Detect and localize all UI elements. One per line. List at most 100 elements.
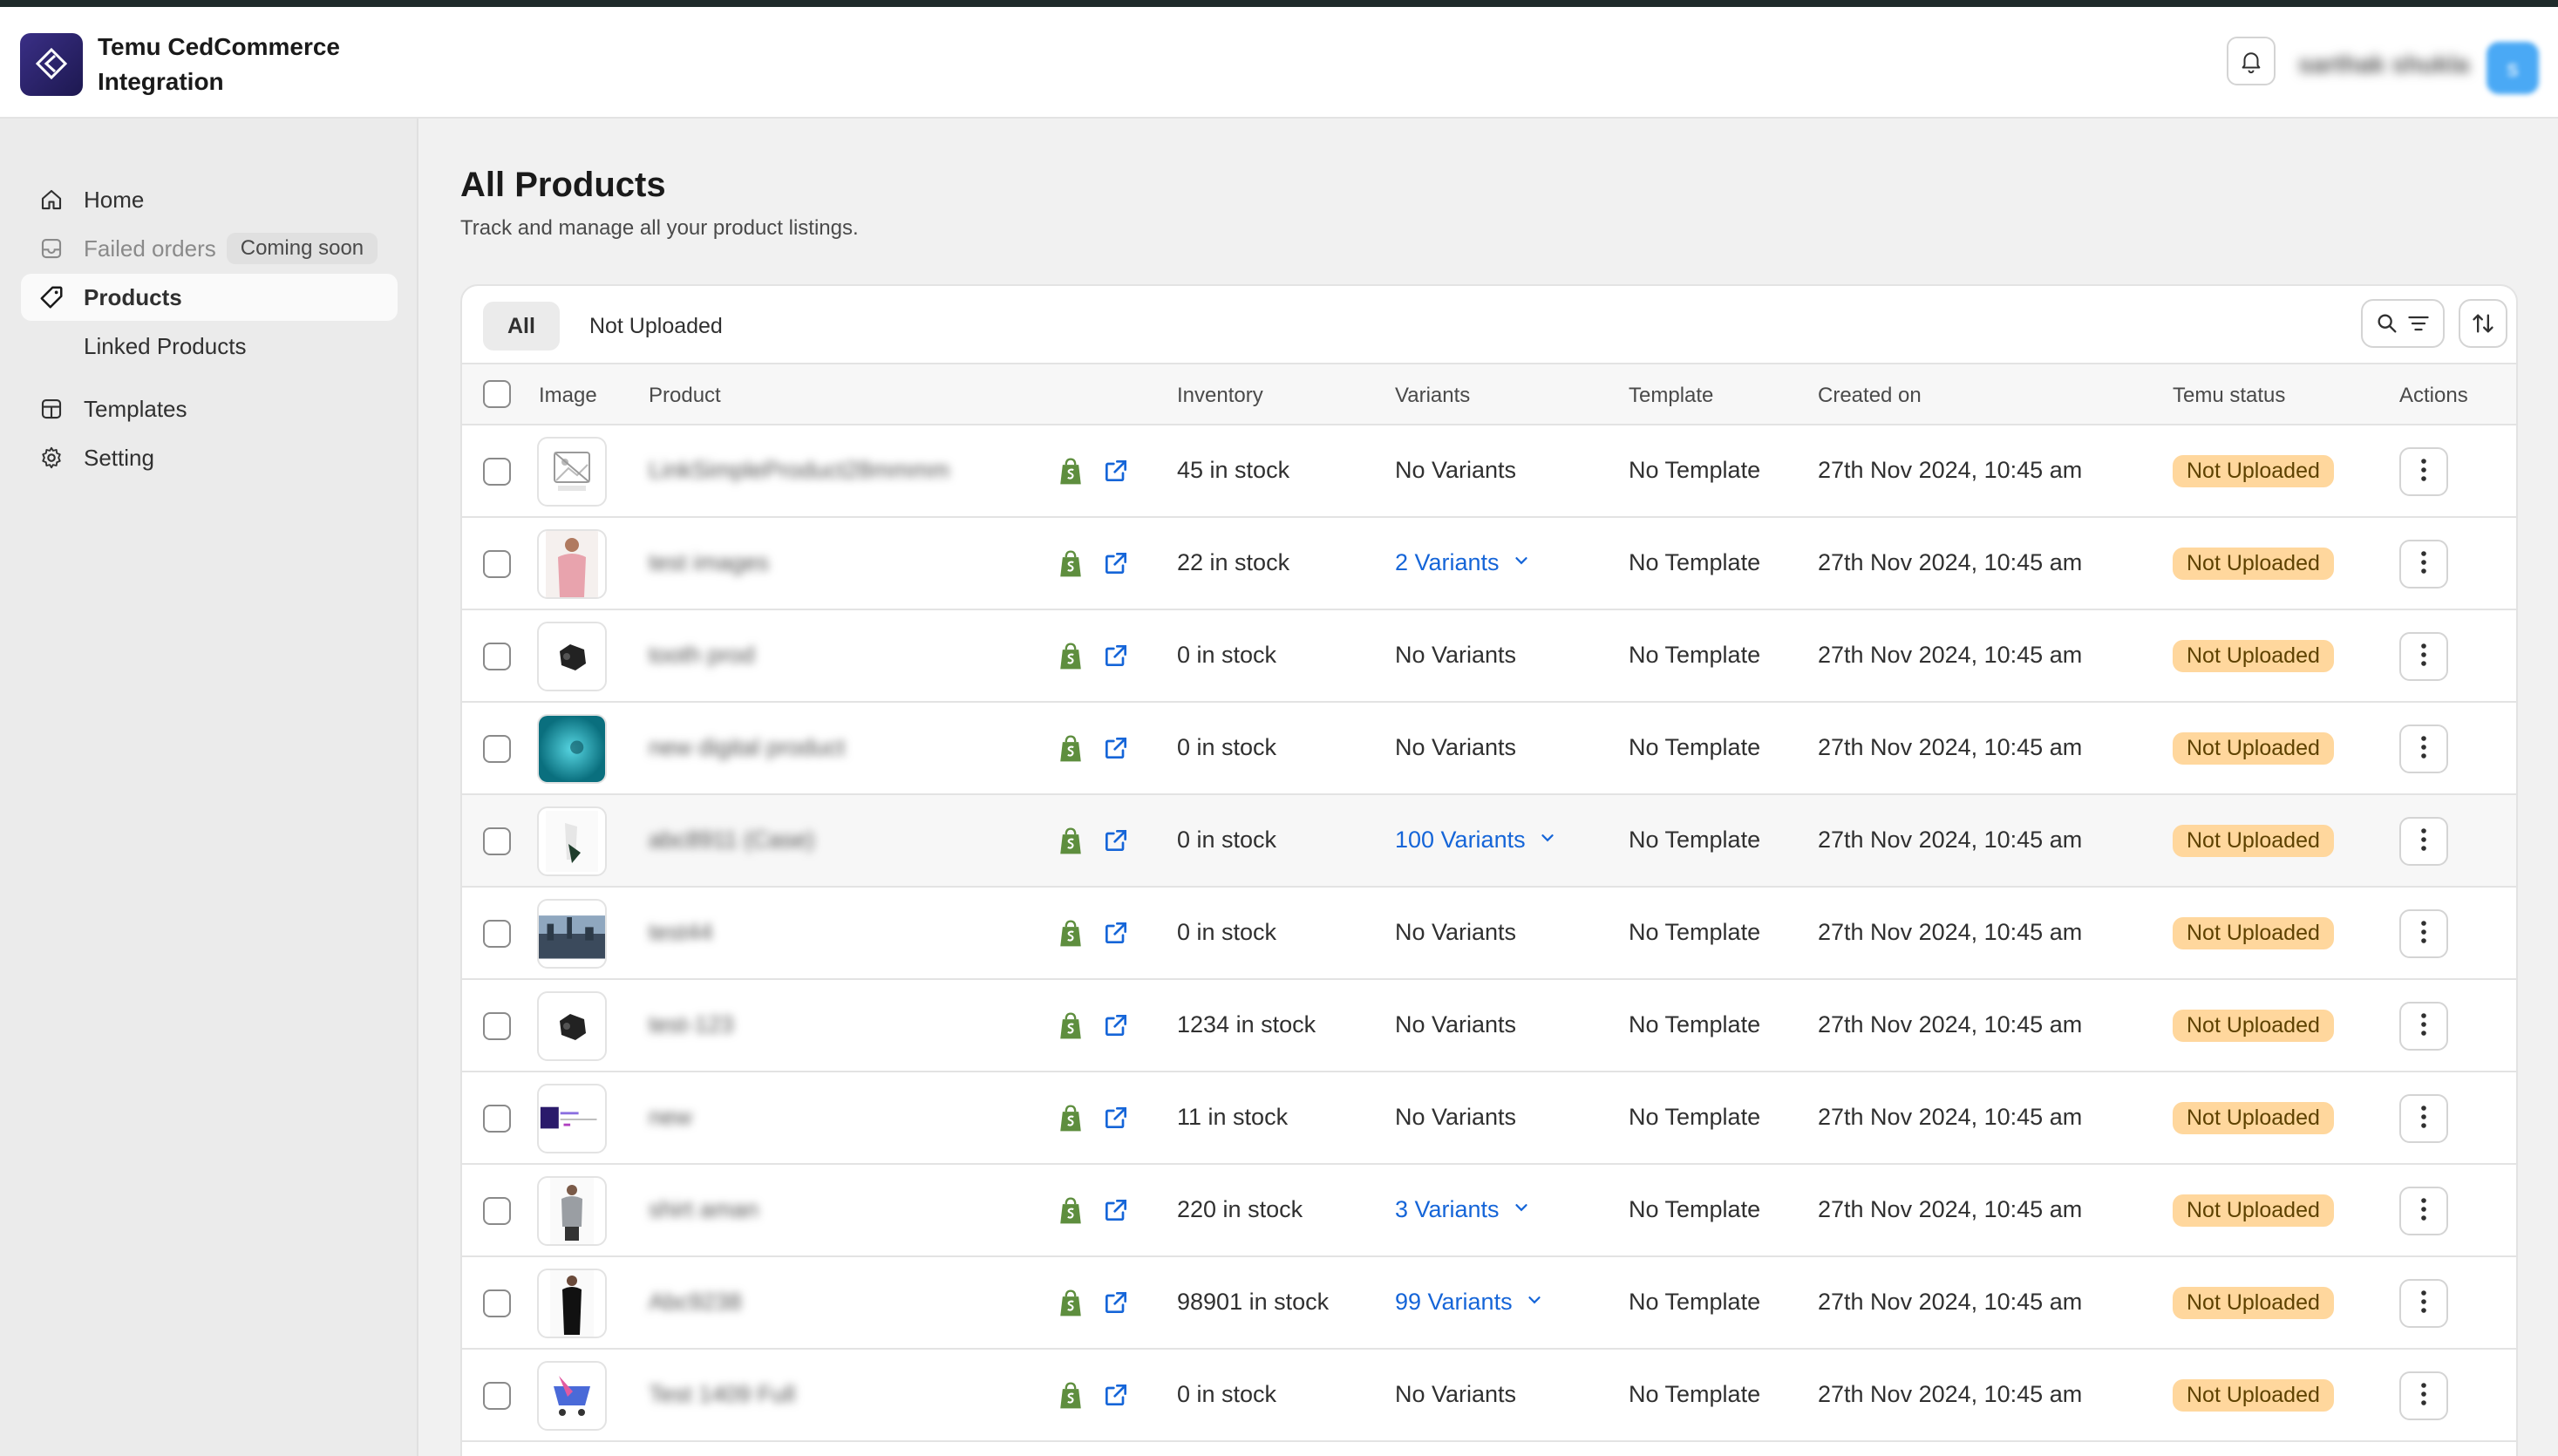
row-actions-button[interactable] (2399, 632, 2448, 681)
variants-dropdown[interactable]: 3 Variants (1395, 1196, 1531, 1223)
shopify-icon (1060, 827, 1081, 854)
shopify-icon[interactable] (1057, 642, 1085, 676)
external-link-icon[interactable] (1102, 457, 1130, 489)
sidebar-item-products[interactable]: Products (21, 274, 398, 321)
shopify-icon[interactable] (1057, 1104, 1085, 1138)
product-thumbnail[interactable] (537, 1269, 607, 1338)
inventory-value: 0 in stock (1177, 919, 1277, 945)
shopify-icon[interactable] (1057, 1011, 1085, 1045)
product-name[interactable]: shirt aman (649, 1196, 759, 1223)
table-row[interactable]: test44 0 in stock No Variants No Template 27… (462, 888, 2516, 980)
shopify-icon[interactable] (1057, 549, 1085, 583)
row-checkbox[interactable] (483, 1012, 511, 1040)
external-link-icon[interactable] (1102, 734, 1130, 766)
product-name[interactable]: test images (649, 549, 769, 576)
sidebar-item-linked-products[interactable]: Linked Products (21, 323, 398, 370)
product-thumbnail[interactable] (537, 714, 607, 784)
row-actions-button[interactable] (2399, 447, 2448, 496)
product-name[interactable]: Test 1409 Full (649, 1381, 795, 1408)
tab-not-uploaded[interactable]: Not Uploaded (565, 302, 747, 350)
variants-dropdown[interactable]: 99 Variants (1395, 1289, 1544, 1316)
external-link-icon[interactable] (1102, 549, 1130, 582)
row-checkbox[interactable] (483, 827, 511, 855)
external-link-icon[interactable] (1102, 1381, 1130, 1413)
sidebar-item-templates[interactable]: Templates (21, 385, 398, 432)
variants-dropdown[interactable]: 2 Variants (1395, 549, 1531, 576)
product-name[interactable]: tooth prod (649, 642, 755, 669)
table-row[interactable]: Abc9238 98901 in stock 99 Variants No Templ… (462, 1257, 2516, 1350)
product-name[interactable]: new (649, 1104, 692, 1131)
product-name[interactable]: abc8911 (Case) (649, 827, 814, 854)
product-name[interactable]: Abc9238 (649, 1289, 742, 1316)
table-row[interactable]: abc8911 (Case) 0 in stock 100 Variants No T… (462, 795, 2516, 888)
shopify-icon[interactable] (1057, 1196, 1085, 1230)
row-checkbox[interactable] (483, 550, 511, 578)
product-thumbnail[interactable] (537, 991, 607, 1061)
table-row[interactable]: new digital product 0 in stock No Variants… (462, 703, 2516, 795)
product-thumbnail[interactable] (537, 1176, 607, 1246)
row-actions-button[interactable] (2399, 1187, 2448, 1235)
product-name[interactable]: test-123 (649, 1011, 734, 1038)
table-row[interactable]: tooth prod 0 in stock No Variants No Templa… (462, 610, 2516, 703)
shopify-icon[interactable] (1057, 1289, 1085, 1323)
row-checkbox[interactable] (483, 1382, 511, 1410)
row-actions-button[interactable] (2399, 725, 2448, 773)
row-actions-button[interactable] (2399, 817, 2448, 866)
template-value: No Template (1629, 734, 1761, 760)
product-thumbnail[interactable] (537, 529, 607, 599)
sidebar-item-home[interactable]: Home (21, 176, 398, 223)
sidebar-item-failed-orders[interactable]: Failed orders Coming soon (21, 225, 398, 272)
row-actions-button[interactable] (2399, 540, 2448, 589)
product-name[interactable]: LinkSimpleProduct28mmmm (649, 457, 949, 484)
shopify-icon[interactable] (1057, 734, 1085, 768)
row-actions-button[interactable] (2399, 1002, 2448, 1051)
external-link-icon[interactable] (1102, 827, 1130, 859)
search-filter-button[interactable] (2361, 299, 2445, 348)
row-checkbox[interactable] (483, 1289, 511, 1317)
product-thumbnail[interactable] (537, 1084, 607, 1153)
product-thumbnail[interactable] (537, 437, 607, 507)
shopify-icon[interactable] (1057, 827, 1085, 861)
table-row[interactable]: LinkSimpleProduct28mmmm 45 in stock No Var… (462, 425, 2516, 518)
product-thumbnail[interactable] (537, 806, 607, 876)
row-checkbox[interactable] (483, 920, 511, 948)
product-thumbnail[interactable] (537, 622, 607, 691)
row-actions-button[interactable] (2399, 909, 2448, 958)
shopify-icon[interactable] (1057, 457, 1085, 491)
external-link-icon[interactable] (1102, 919, 1130, 951)
select-all-checkbox[interactable] (483, 380, 511, 408)
tab-all[interactable]: All (483, 302, 560, 350)
external-link-icon[interactable] (1102, 1196, 1130, 1228)
gear-icon (37, 443, 66, 473)
external-link-icon[interactable] (1102, 1104, 1130, 1136)
product-name[interactable]: test44 (649, 919, 713, 946)
row-actions-button[interactable] (2399, 1371, 2448, 1420)
sort-button[interactable] (2459, 299, 2507, 348)
shopify-icon[interactable] (1057, 919, 1085, 953)
product-thumbnail[interactable] (537, 899, 607, 969)
row-checkbox[interactable] (483, 1105, 511, 1133)
user-name[interactable]: sarthak shukla (2298, 51, 2469, 78)
table-row[interactable]: Test 1409 Full 0 in stock No Variants No Te… (462, 1350, 2516, 1442)
external-link-icon[interactable] (1102, 642, 1130, 674)
table-row[interactable]: test images 22 in stock 2 Variants No Templ… (462, 518, 2516, 610)
external-link-icon[interactable] (1102, 1289, 1130, 1321)
table-row[interactable]: new 11 in stock No Variants No Template 27th… (462, 1072, 2516, 1165)
product-name[interactable]: new digital product (649, 734, 845, 761)
table-row[interactable]: test-123 1234 in stock No Variants No Templ… (462, 980, 2516, 1072)
app-logo[interactable] (20, 33, 83, 96)
notification-button[interactable] (2227, 37, 2276, 85)
sidebar-item-setting[interactable]: Setting (21, 434, 398, 481)
row-checkbox[interactable] (483, 735, 511, 763)
row-actions-button[interactable] (2399, 1279, 2448, 1328)
variants-dropdown[interactable]: 100 Variants (1395, 827, 1557, 854)
product-thumbnail[interactable] (537, 1361, 607, 1431)
row-actions-button[interactable] (2399, 1094, 2448, 1143)
row-checkbox[interactable] (483, 458, 511, 486)
row-checkbox[interactable] (483, 1197, 511, 1225)
shopify-icon[interactable] (1057, 1381, 1085, 1415)
row-checkbox[interactable] (483, 643, 511, 670)
external-link-icon[interactable] (1102, 1011, 1130, 1044)
table-row[interactable]: shirt aman 220 in stock 3 Variants No Templ… (462, 1165, 2516, 1257)
avatar[interactable]: s (2487, 42, 2539, 94)
